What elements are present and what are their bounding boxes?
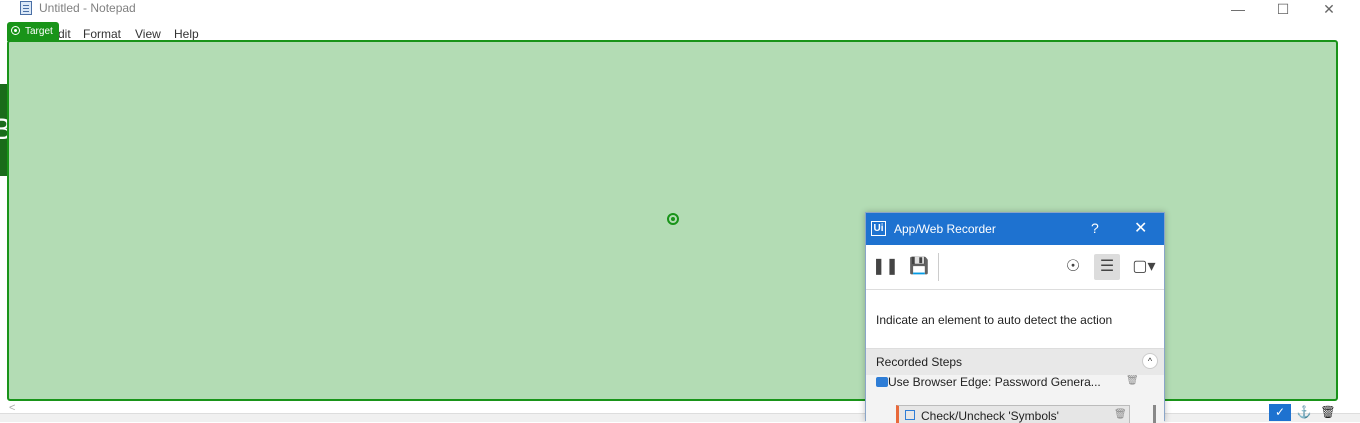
- minimize-button[interactable]: —: [1215, 0, 1261, 20]
- menu-help[interactable]: Help: [174, 27, 199, 41]
- recorder-title: App/Web Recorder: [894, 222, 996, 236]
- screenshot-dropdown-icon[interactable]: ▢▾: [1128, 254, 1160, 280]
- recorded-steps-header: Recorded Steps ^: [866, 349, 1164, 375]
- recorder-instruction: Indicate an element to auto detect the a…: [866, 290, 1164, 349]
- help-button[interactable]: ?: [1091, 220, 1099, 236]
- anchor-icon[interactable]: ⚓: [1293, 404, 1315, 421]
- trash-icon[interactable]: 🗑: [1126, 375, 1139, 386]
- recorded-steps-list: Use Browser Edge: Password Genera... 🗑 C…: [866, 375, 1164, 423]
- recorder-title-bar: Ui App/Web Recorder ? ✕: [866, 213, 1164, 245]
- step-check-uncheck[interactable]: Check/Uncheck 'Symbols': [896, 405, 1130, 423]
- notepad-icon: [20, 1, 32, 15]
- recorded-steps-title: Recorded Steps: [876, 355, 963, 369]
- crosshair-icon: [667, 213, 679, 225]
- edge-browser-icon: [876, 377, 888, 387]
- close-button[interactable]: ✕: [1306, 0, 1352, 20]
- recorder-toolbar: ❚❚ 💾 ☉ ☰ ▢▾: [866, 245, 1164, 290]
- menu-edit[interactable]: dit: [58, 27, 71, 41]
- menu-format[interactable]: Format: [83, 27, 121, 41]
- window-title: Untitled - Notepad: [39, 1, 136, 15]
- target-label: Target: [7, 22, 59, 41]
- menu-view[interactable]: View: [135, 27, 161, 41]
- target-label-text: Target: [25, 26, 53, 37]
- delete-icon[interactable]: 🗑: [1317, 404, 1339, 421]
- target-settings-icon[interactable]: ☉: [1060, 254, 1086, 280]
- pause-icon[interactable]: ❚❚: [872, 254, 899, 280]
- recorder-panel: Ui App/Web Recorder ? ✕ ❚❚ 💾 ☉ ☰ ▢▾ Indi…: [865, 212, 1165, 423]
- step-use-browser[interactable]: Use Browser Edge: Password Genera...: [888, 375, 1118, 389]
- maximize-button[interactable]: ☐: [1260, 0, 1306, 20]
- target-icon: [11, 26, 20, 35]
- checkbox-icon: [905, 410, 915, 420]
- uipath-logo-icon: Ui: [871, 221, 886, 236]
- collapse-button[interactable]: ^: [1142, 353, 1158, 369]
- steps-scrollbar[interactable]: [1153, 405, 1156, 423]
- recorder-close-button[interactable]: ✕: [1134, 218, 1147, 238]
- save-icon[interactable]: 💾: [906, 254, 932, 280]
- trash-icon[interactable]: 🗑: [1114, 409, 1127, 420]
- toolbar-separator: [938, 253, 939, 281]
- steps-list-icon[interactable]: ☰: [1094, 254, 1120, 280]
- confirm-check-icon[interactable]: ✓: [1269, 404, 1291, 421]
- instruction-text: Indicate an element to auto detect the a…: [876, 313, 1113, 327]
- title-bar: Untitled - Notepad — ☐ ✕: [0, 0, 1360, 20]
